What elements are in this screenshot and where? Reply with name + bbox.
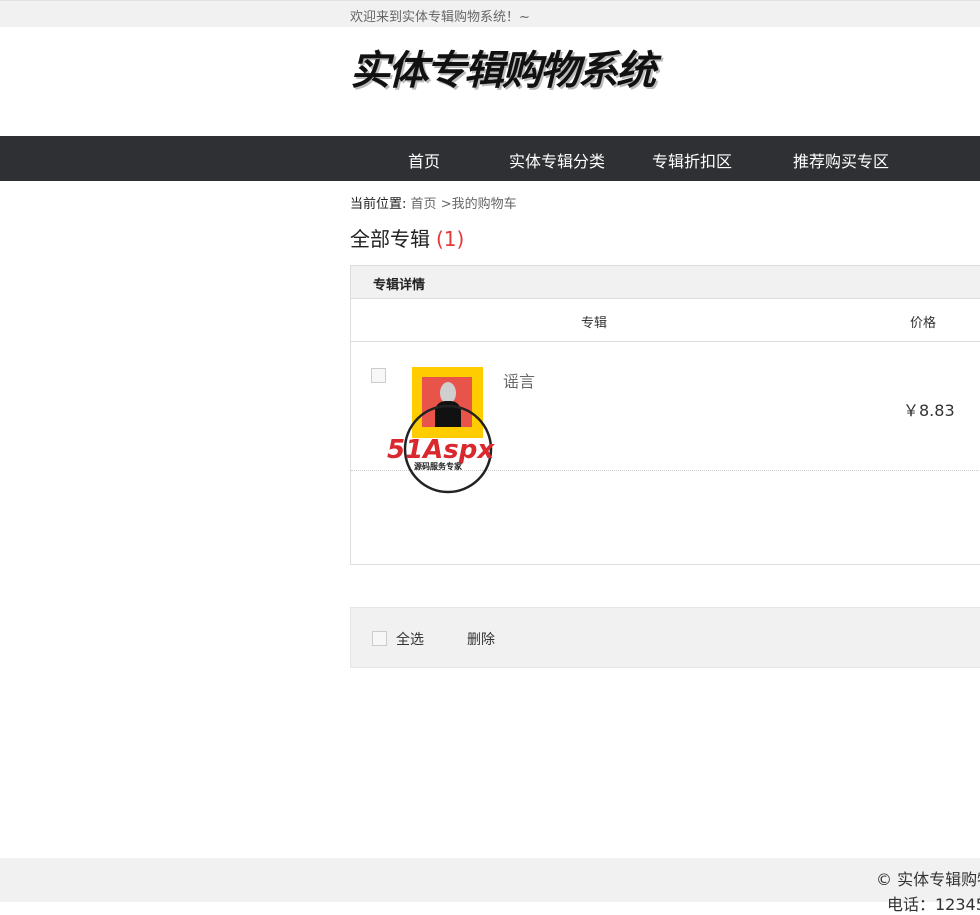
breadcrumb: 当前位置: 首页 >我的购物车 [350, 193, 517, 212]
page-title-text: 全部专辑 [350, 227, 430, 251]
column-header-album: 专辑 [581, 316, 608, 331]
footer-phone: 电话：12345 [887, 895, 980, 914]
watermark-brand: 51Aspx [387, 435, 495, 465]
page-title: 全部专辑 (1) [350, 223, 464, 252]
cart-panel-title: 专辑详情 [373, 278, 426, 293]
nav-item-recommended[interactable]: 推荐购买专区 [793, 148, 889, 172]
nav-item-discount[interactable]: 专辑折扣区 [652, 148, 732, 172]
column-header-price: 价格 [910, 316, 937, 331]
watermark-tagline: 源码服务专家 [414, 461, 463, 471]
breadcrumb-label: 当前位置: [350, 197, 407, 212]
select-all-checkbox[interactable] [372, 631, 387, 646]
cart-actions-bar: 全选 删除 [350, 607, 980, 668]
select-all-label[interactable]: 全选 [396, 629, 424, 649]
delete-button[interactable]: 删除 [467, 629, 495, 649]
site-logo[interactable]: 实体专辑购物系统 [350, 38, 656, 96]
album-name-link[interactable]: 谣言 [503, 368, 535, 392]
item-checkbox[interactable] [371, 368, 386, 383]
watermark-logo: 51Aspx 源码服务专家 [387, 404, 495, 494]
cart-panel-header: 专辑详情 [351, 266, 980, 299]
top-bar: 欢迎来到实体专辑购物系统！~ [0, 0, 980, 27]
breadcrumb-current: >我的购物车 [440, 197, 517, 212]
welcome-text: 欢迎来到实体专辑购物系统！~ [350, 10, 530, 25]
item-count: (1) [436, 227, 465, 251]
album-price: ￥8.83 [903, 401, 955, 420]
site-footer: © 实体专辑购物 电话：12345 [0, 858, 980, 914]
table-header: 专辑 价格 [351, 299, 980, 342]
breadcrumb-home-link[interactable]: 首页 [411, 197, 437, 212]
main-nav: 首页 实体专辑分类 专辑折扣区 推荐购买专区 [0, 136, 980, 181]
nav-item-home[interactable]: 首页 [408, 148, 440, 172]
nav-item-categories[interactable]: 实体专辑分类 [509, 148, 605, 172]
footer-copyright: © 实体专辑购物 [876, 870, 980, 889]
